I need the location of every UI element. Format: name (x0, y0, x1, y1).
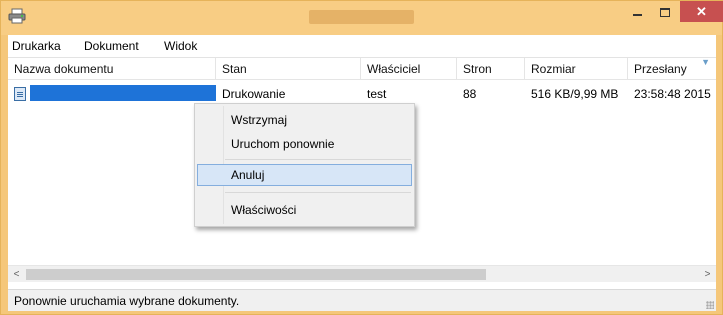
status-text: Ponownie uruchamia wybrane dokumenty. (14, 294, 240, 308)
document-status: Drukowanie (222, 87, 286, 101)
table-row[interactable]: Drukowanie test 88 516 KB/9,99 MB 23:58:… (8, 84, 716, 104)
title-bar[interactable]: ✕ (1, 1, 723, 35)
maximize-button[interactable] (651, 1, 679, 22)
printer-icon (8, 8, 26, 24)
window-title (309, 10, 414, 24)
menu-separator (225, 192, 411, 193)
maximize-icon (660, 7, 670, 17)
minimize-button[interactable] (623, 1, 651, 22)
document-pages: 88 (463, 87, 477, 101)
column-header-owner[interactable]: Właściciel (361, 58, 457, 80)
menu-bar: Drukarka Dokument Widok (8, 35, 716, 58)
menu-separator (225, 159, 411, 160)
scroll-left-button[interactable]: < (8, 266, 25, 283)
sort-arrow-icon: ▼ (701, 58, 710, 67)
column-header-status[interactable]: Stan (216, 58, 361, 80)
scroll-thumb[interactable] (26, 269, 486, 280)
column-header-submitted[interactable]: Przesłany ▼ (628, 58, 716, 80)
document-icon (14, 87, 26, 101)
close-button[interactable]: ✕ (680, 1, 723, 22)
scroll-right-button[interactable]: > (699, 266, 716, 283)
minimize-icon (632, 13, 642, 16)
column-header-submitted-label: Przesłany (634, 62, 687, 76)
print-queue-window: ✕ Drukarka Dokument Widok Nazwa dokument… (0, 0, 723, 315)
document-owner: test (367, 87, 387, 101)
column-header-pages[interactable]: Stron (457, 58, 525, 80)
menu-item-pause[interactable]: Wstrzymaj (197, 109, 412, 131)
document-size: 516 KB/9,99 MB (531, 87, 619, 101)
status-bar: Ponownie uruchamia wybrane dokumenty. (8, 289, 716, 311)
close-icon: ✕ (696, 4, 707, 19)
menu-item-properties[interactable]: Właściwości (197, 199, 412, 221)
column-header-row: Nazwa dokumentu Stan Właściciel Stron Ro… (8, 58, 716, 80)
document-submitted: 23:58:48 2015 (634, 87, 711, 101)
resize-grip-icon[interactable] (706, 301, 714, 309)
document-name (30, 85, 216, 101)
column-header-size[interactable]: Rozmiar (525, 58, 628, 80)
menu-item-cancel[interactable]: Anuluj (197, 164, 412, 186)
menu-drukarka[interactable]: Drukarka (12, 39, 61, 53)
context-menu: Wstrzymaj Uruchom ponownie Anuluj Właści… (194, 103, 415, 227)
column-header-name[interactable]: Nazwa dokumentu (8, 58, 216, 80)
menu-item-restart[interactable]: Uruchom ponownie (197, 133, 412, 155)
menu-dokument[interactable]: Dokument (84, 39, 139, 53)
horizontal-scrollbar[interactable]: < > (8, 265, 716, 282)
menu-widok[interactable]: Widok (164, 39, 197, 53)
